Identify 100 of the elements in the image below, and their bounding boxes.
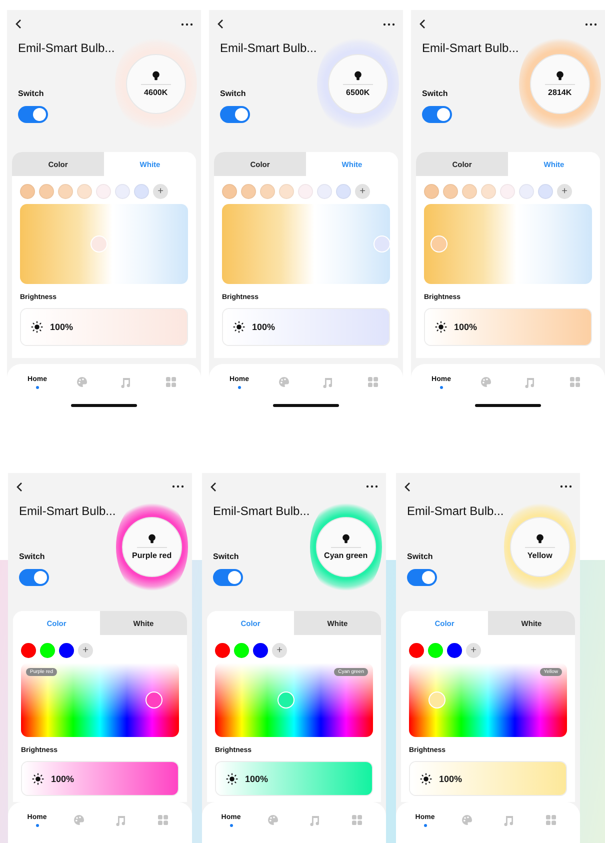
color-swatch[interactable] bbox=[317, 184, 332, 199]
palette-icon[interactable] bbox=[73, 814, 85, 826]
device-title: Emil-Smart Bulb... bbox=[407, 504, 504, 518]
color-swatch[interactable] bbox=[424, 184, 439, 199]
picker-thumb[interactable] bbox=[373, 236, 390, 252]
add-button[interactable]: + bbox=[466, 643, 481, 658]
more-icon[interactable] bbox=[181, 22, 193, 26]
switch-toggle[interactable] bbox=[19, 568, 49, 586]
back-icon[interactable] bbox=[217, 19, 224, 29]
color-swatch[interactable] bbox=[77, 184, 92, 199]
palette-icon[interactable] bbox=[278, 376, 290, 388]
color-swatch[interactable] bbox=[40, 643, 55, 658]
more-icon[interactable] bbox=[560, 485, 572, 488]
palette-icon[interactable] bbox=[76, 376, 88, 388]
switch-toggle[interactable] bbox=[220, 106, 250, 123]
color-swatch[interactable] bbox=[222, 184, 237, 199]
color-swatch[interactable] bbox=[260, 184, 275, 199]
color-swatch[interactable] bbox=[298, 184, 313, 199]
bulb-icon bbox=[148, 534, 156, 544]
color-swatch[interactable] bbox=[59, 643, 74, 658]
add-button[interactable]: + bbox=[78, 643, 93, 658]
color-swatch[interactable] bbox=[279, 184, 294, 199]
add-button[interactable]: + bbox=[355, 184, 370, 199]
back-icon[interactable] bbox=[15, 19, 22, 29]
music-note-icon[interactable] bbox=[120, 376, 132, 388]
back-icon[interactable] bbox=[419, 19, 426, 29]
switch-toggle[interactable] bbox=[18, 106, 48, 123]
brightness-value: 100% bbox=[439, 774, 462, 784]
color-swatch[interactable] bbox=[409, 643, 424, 658]
color-swatch[interactable] bbox=[500, 184, 515, 199]
add-button[interactable]: + bbox=[153, 184, 168, 199]
temperature-gradient[interactable] bbox=[424, 204, 592, 284]
grid-icon[interactable] bbox=[164, 376, 177, 388]
color-swatch[interactable] bbox=[241, 184, 256, 199]
music-note-icon[interactable] bbox=[115, 814, 127, 826]
music-note-icon[interactable] bbox=[309, 814, 321, 826]
switch-label: Switch bbox=[220, 89, 247, 98]
brightness-slider[interactable]: 100% bbox=[20, 308, 188, 346]
grid-icon[interactable] bbox=[366, 376, 379, 388]
music-note-icon[interactable] bbox=[322, 376, 334, 388]
brightness-slider[interactable]: 100% bbox=[21, 761, 179, 796]
palette-icon[interactable] bbox=[461, 814, 473, 826]
add-button[interactable]: + bbox=[272, 643, 287, 658]
back-icon[interactable] bbox=[210, 482, 217, 492]
color-swatch[interactable] bbox=[96, 184, 111, 199]
active-indicator bbox=[440, 386, 443, 389]
color-swatch[interactable] bbox=[253, 643, 268, 658]
grid-icon[interactable] bbox=[545, 814, 557, 826]
bulb-icon bbox=[354, 71, 362, 81]
color-swatch[interactable] bbox=[538, 184, 553, 199]
color-swatch[interactable] bbox=[58, 184, 73, 199]
more-icon[interactable] bbox=[383, 22, 395, 26]
music-note-icon[interactable] bbox=[524, 376, 536, 388]
more-icon[interactable] bbox=[366, 485, 378, 488]
switch-label: Switch bbox=[19, 552, 46, 561]
switch-toggle[interactable] bbox=[407, 568, 437, 586]
brightness-slider[interactable]: 100% bbox=[222, 308, 390, 346]
color-swatch[interactable] bbox=[428, 643, 443, 658]
more-icon[interactable] bbox=[172, 485, 184, 488]
color-swatch[interactable] bbox=[519, 184, 534, 199]
bulb-icon bbox=[536, 534, 544, 544]
brightness-slider[interactable]: 100% bbox=[215, 761, 373, 796]
grid-icon[interactable] bbox=[568, 376, 581, 388]
color-swatch[interactable] bbox=[234, 643, 249, 658]
switch-label: Switch bbox=[213, 552, 240, 561]
switch-toggle[interactable] bbox=[422, 106, 452, 123]
more-icon[interactable] bbox=[585, 22, 597, 26]
palette-icon[interactable] bbox=[480, 376, 492, 388]
picker-thumb[interactable] bbox=[145, 692, 162, 709]
color-swatch[interactable] bbox=[481, 184, 496, 199]
picker-thumb[interactable] bbox=[90, 236, 108, 252]
grid-icon[interactable] bbox=[157, 814, 169, 826]
color-swatch[interactable] bbox=[443, 184, 458, 199]
brightness-value: 100% bbox=[51, 774, 74, 784]
bulb-icon bbox=[342, 534, 350, 544]
color-swatch[interactable] bbox=[21, 643, 36, 658]
brightness-slider[interactable]: 100% bbox=[409, 761, 567, 796]
color-swatch[interactable] bbox=[462, 184, 477, 199]
color-swatch[interactable] bbox=[134, 184, 149, 199]
picker-thumb[interactable] bbox=[428, 692, 446, 709]
temperature-gradient[interactable] bbox=[222, 204, 390, 284]
add-button[interactable]: + bbox=[557, 184, 572, 199]
temperature-gradient[interactable] bbox=[20, 204, 188, 284]
back-icon[interactable] bbox=[16, 482, 23, 492]
readout-label: Purple red bbox=[132, 550, 172, 560]
grid-icon[interactable] bbox=[351, 814, 363, 826]
color-swatch[interactable] bbox=[336, 184, 351, 199]
picker-thumb[interactable] bbox=[430, 236, 448, 252]
back-icon[interactable] bbox=[404, 482, 411, 492]
color-swatch[interactable] bbox=[447, 643, 462, 658]
color-swatch[interactable] bbox=[39, 184, 54, 199]
picker-thumb[interactable] bbox=[278, 692, 295, 709]
switch-toggle[interactable] bbox=[213, 568, 243, 586]
color-swatch[interactable] bbox=[20, 184, 35, 199]
color-swatch[interactable] bbox=[215, 643, 230, 658]
brightness-slider[interactable]: 100% bbox=[424, 308, 592, 346]
music-note-icon[interactable] bbox=[503, 814, 515, 826]
color-swatch[interactable] bbox=[115, 184, 130, 199]
palette-icon[interactable] bbox=[267, 814, 279, 826]
brightness-value: 100% bbox=[50, 322, 74, 332]
